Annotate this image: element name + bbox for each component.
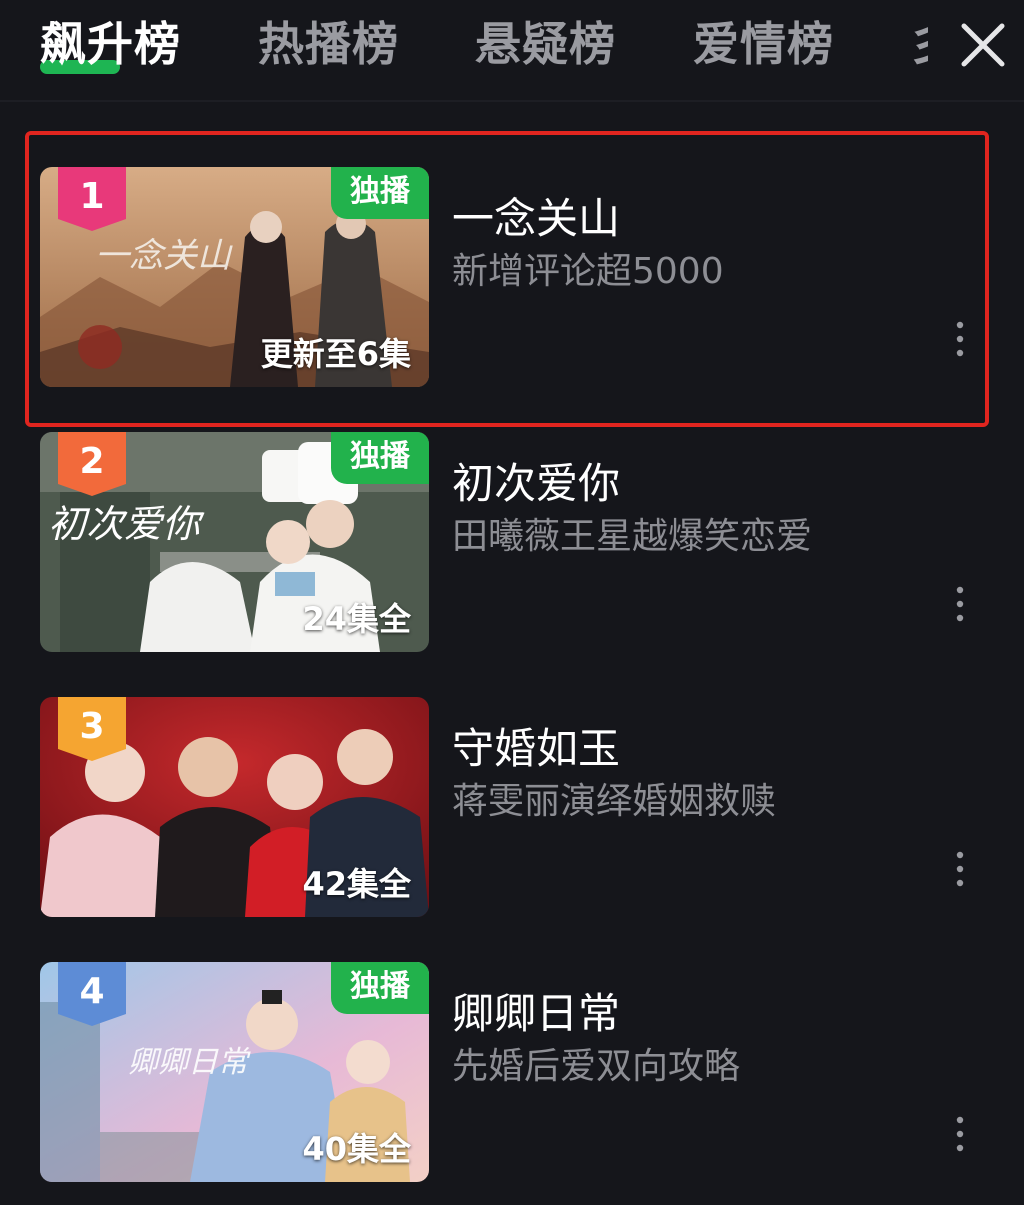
tab-partial[interactable]: 彡 [908, 12, 928, 76]
close-icon[interactable] [954, 16, 1012, 74]
tab-rising[interactable]: 飙升榜 [40, 12, 181, 76]
exclusive-badge: 独播 [331, 962, 429, 1014]
poster-thumbnail[interactable]: 卿卿日常 4 独播 40集全 [40, 962, 429, 1182]
svg-text:初次爱你: 初次爱你 [48, 502, 205, 546]
episode-count: 40集全 [302, 1130, 411, 1168]
more-vertical-icon[interactable] [946, 582, 974, 632]
tab-romance[interactable]: 爱情榜 [693, 12, 834, 76]
show-title[interactable]: 守婚如玉 [452, 721, 620, 777]
episode-count: 24集全 [302, 600, 411, 638]
show-title[interactable]: 初次爱你 [452, 456, 620, 512]
list-item[interactable]: 3 42集全 守婚如玉 蒋雯丽演绎婚姻救赎 [0, 697, 1024, 922]
category-tab-bar: 飙升榜 热播榜 悬疑榜 爱情榜 彡 [0, 0, 1024, 100]
highlight-frame [25, 131, 989, 427]
rank-badge: 2 [58, 432, 126, 496]
rank-badge: 3 [58, 697, 126, 761]
more-vertical-icon[interactable] [946, 1112, 974, 1162]
episode-count: 42集全 [302, 865, 411, 903]
tab-suspense[interactable]: 悬疑榜 [475, 12, 616, 76]
svg-text:卿卿日常: 卿卿日常 [128, 1045, 251, 1080]
list-item[interactable]: 初次爱你 2 独播 24集全 初次爱你 田曦薇王星越爆笑恋爱 [0, 432, 1024, 657]
show-title[interactable]: 卿卿日常 [452, 986, 620, 1042]
show-subtitle: 田曦薇王星越爆笑恋爱 [452, 516, 813, 557]
show-subtitle: 蒋雯丽演绎婚姻救赎 [452, 781, 777, 822]
rank-badge: 4 [58, 962, 126, 1026]
tab-hot[interactable]: 热播榜 [258, 12, 399, 76]
header-divider [0, 100, 1024, 102]
poster-thumbnail[interactable]: 3 42集全 [40, 697, 429, 917]
exclusive-badge: 独播 [331, 432, 429, 484]
list-item[interactable]: 卿卿日常 4 独播 40集全 卿卿日常 先婚后爱双向攻略 [0, 962, 1024, 1187]
poster-thumbnail[interactable]: 初次爱你 2 独播 24集全 [40, 432, 429, 652]
more-vertical-icon[interactable] [946, 847, 974, 897]
show-subtitle: 先婚后爱双向攻略 [452, 1046, 741, 1087]
